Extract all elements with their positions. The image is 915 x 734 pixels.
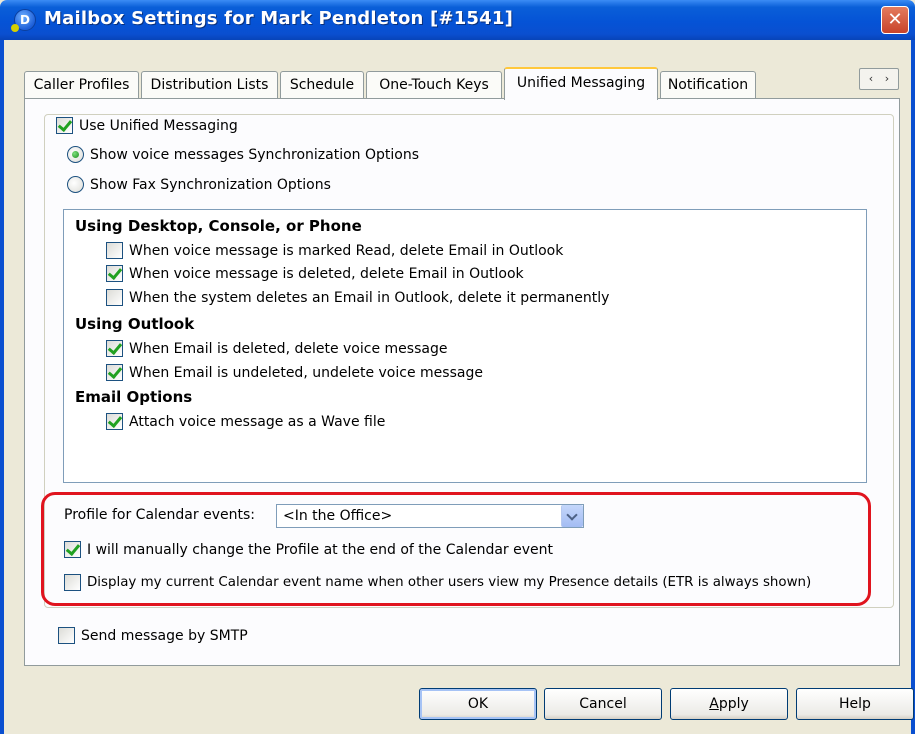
voice-sync-radio[interactable] <box>67 146 84 163</box>
calendar-profile-value: <In the Office> <box>283 508 393 524</box>
option-read-delete-label: When voice message is marked Read, delet… <box>129 242 564 259</box>
tab-distribution-lists[interactable]: Distribution Lists <box>141 71 278 99</box>
use-unified-messaging-row[interactable]: Use Unified Messaging <box>56 117 238 134</box>
tab-scroll-arrows: ‹ › <box>859 68 899 90</box>
email-options-heading-text: Email Options <box>75 388 193 406</box>
smtp-checkbox[interactable] <box>58 627 75 644</box>
window-frame-left <box>0 40 4 734</box>
option-deleted-delete-checkbox[interactable] <box>106 265 123 282</box>
help-button[interactable]: Help <box>796 688 914 720</box>
app-icon: D <box>11 9 36 32</box>
radio-voice-row[interactable]: Show voice messages Synchronization Opti… <box>67 146 419 163</box>
option-permanent-delete-label: When the system deletes an Email in Outl… <box>129 289 610 306</box>
tab-notification[interactable]: Notification <box>660 71 756 99</box>
calendar-profile-label: Profile for Calendar events: <box>64 507 255 523</box>
desktop-heading: Using Desktop, Console, or Phone <box>75 217 362 235</box>
window-title: Mailbox Settings for Mark Pendleton [#15… <box>44 8 514 29</box>
fax-sync-radio[interactable] <box>67 176 84 193</box>
manual-change-row[interactable]: I will manually change the Profile at th… <box>64 541 553 558</box>
cancel-button[interactable]: Cancel <box>544 688 662 720</box>
calendar-profile-label-row: Profile for Calendar events: <box>64 507 255 523</box>
option-email-undeleted-checkbox[interactable] <box>106 364 123 381</box>
tab-caller-profiles[interactable]: Caller Profiles <box>24 71 139 99</box>
email-options-heading: Email Options <box>75 388 192 406</box>
option-read-delete-checkbox[interactable] <box>106 242 123 259</box>
voice-sync-label: Show voice messages Synchronization Opti… <box>90 146 419 163</box>
close-button[interactable]: ✕ <box>881 6 909 34</box>
option-attach-wave-label: Attach voice message as a Wave file <box>129 413 386 430</box>
manual-change-label: I will manually change the Profile at th… <box>87 541 553 558</box>
display-event-row[interactable]: Display my current Calendar event name w… <box>64 574 811 591</box>
tab-unified-messaging[interactable]: Unified Messaging <box>504 67 658 100</box>
display-event-checkbox[interactable] <box>64 574 81 591</box>
outlook-heading: Using Outlook <box>75 315 194 333</box>
display-event-label: Display my current Calendar event name w… <box>87 575 812 590</box>
desktop-heading-text: Using Desktop, Console, or Phone <box>75 217 362 235</box>
smtp-row[interactable]: Send message by SMTP <box>58 627 248 644</box>
option-email-deleted-row[interactable]: When Email is deleted, delete voice mess… <box>106 340 447 357</box>
option-attach-wave-row[interactable]: Attach voice message as a Wave file <box>106 413 385 430</box>
tab-scroll-left-icon[interactable]: ‹ <box>863 69 879 89</box>
option-email-deleted-checkbox[interactable] <box>106 340 123 357</box>
title-bar: D Mailbox Settings for Mark Pendleton [#… <box>0 0 915 40</box>
apply-button[interactable]: Apply <box>670 688 788 720</box>
option-deleted-delete-label: When voice message is deleted, delete Em… <box>129 265 524 282</box>
option-permanent-delete-row[interactable]: When the system deletes an Email in Outl… <box>106 289 609 306</box>
manual-change-checkbox[interactable] <box>64 541 81 558</box>
window-frame-right <box>911 40 915 734</box>
outlook-heading-text: Using Outlook <box>75 315 195 333</box>
tab-scroll-right-icon[interactable]: › <box>879 69 895 89</box>
option-email-deleted-label: When Email is deleted, delete voice mess… <box>129 340 448 357</box>
option-attach-wave-checkbox[interactable] <box>106 413 123 430</box>
chevron-down-icon[interactable] <box>561 505 583 527</box>
option-email-undeleted-row[interactable]: When Email is undeleted, undelete voice … <box>106 364 483 381</box>
option-deleted-delete-row[interactable]: When voice message is deleted, delete Em… <box>106 265 524 282</box>
smtp-label: Send message by SMTP <box>81 627 248 644</box>
calendar-profile-select[interactable]: <In the Office> <box>276 504 584 528</box>
ok-button[interactable]: OK <box>419 688 537 720</box>
tab-one-touch-keys[interactable]: One-Touch Keys <box>366 71 502 99</box>
use-unified-messaging-label: Use Unified Messaging <box>79 117 238 134</box>
option-permanent-delete-checkbox[interactable] <box>106 289 123 306</box>
use-unified-messaging-checkbox[interactable] <box>56 117 73 134</box>
fax-sync-label: Show Fax Synchronization Options <box>90 176 331 193</box>
radio-fax-row[interactable]: Show Fax Synchronization Options <box>67 176 331 193</box>
option-email-undeleted-label: When Email is undeleted, undelete voice … <box>129 364 483 381</box>
option-read-delete-row[interactable]: When voice message is marked Read, delet… <box>106 242 563 259</box>
tab-schedule[interactable]: Schedule <box>280 71 364 99</box>
